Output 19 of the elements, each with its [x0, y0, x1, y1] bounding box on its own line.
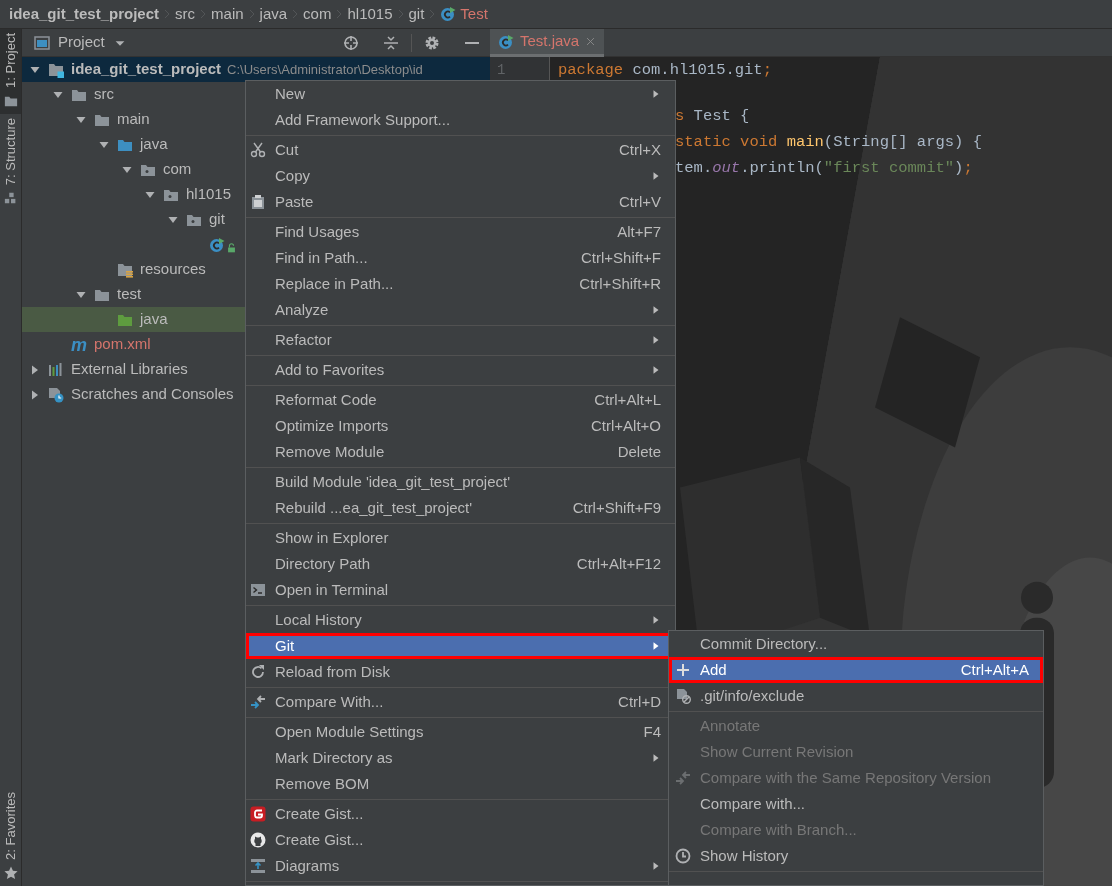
shortcut-text: Ctrl+Shift+F: [579, 247, 661, 268]
code-line: static void main(String[] args) {: [675, 132, 982, 152]
shortcut-text: Delete: [616, 441, 661, 462]
shortcut-text: Ctrl+V: [617, 191, 661, 212]
path-text: C:\Users\Administrator\Desktop\id: [227, 60, 423, 79]
shortcut-text: Ctrl+Shift+F9: [571, 497, 661, 518]
shortcut-text: Ctrl+Shift+R: [578, 273, 661, 294]
shortcut-text: Ctrl+Alt+F12: [575, 553, 661, 574]
shortcut-text: Ctrl+D: [617, 691, 661, 712]
shortcut-text: Ctrl+Alt+O: [589, 415, 661, 436]
shortcut-text: Ctrl+X: [617, 139, 661, 160]
code-line: package com.hl1015.git;: [558, 60, 772, 80]
shortcut-text: Ctrl+Alt+L: [593, 389, 661, 410]
m-logo-icon: m: [71, 335, 87, 354]
shortcut-text: F4: [642, 721, 661, 742]
shortcut-text: Ctrl+Alt+A: [959, 659, 1029, 680]
shortcut-text: Alt+F7: [616, 221, 661, 242]
code-line: tem.out.println("first commit");: [675, 158, 973, 178]
code-line: s Test {: [675, 106, 750, 126]
